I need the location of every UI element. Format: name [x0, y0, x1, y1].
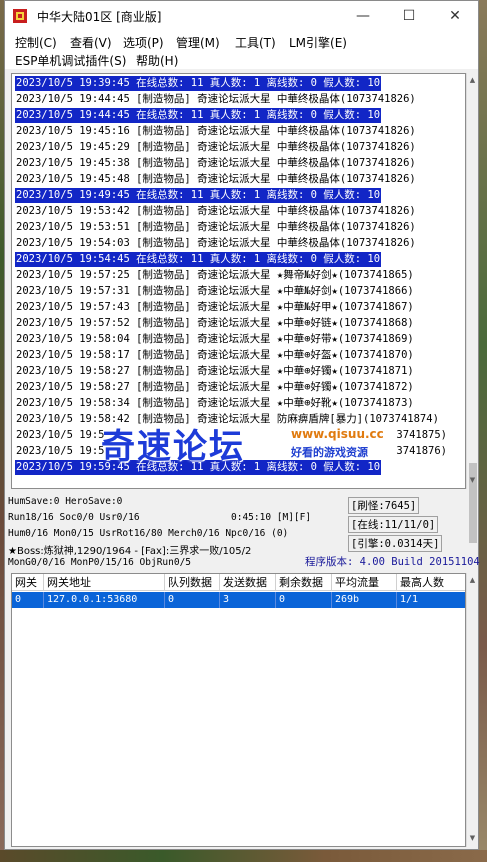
column-header-address[interactable]: 网关地址 — [44, 574, 165, 591]
log-line-crafted-item: 2023/10/5 19:57:52 [制造物品] 奇速论坛派大星 ★中華⊕好链… — [16, 317, 414, 329]
program-version: 程序版本: 4.00 Build 20151104 — [305, 556, 480, 568]
log-line-crafted-item: 2023/10/5 19:58:27 [制造物品] 奇速论坛派大星 ★中華⊕好镯… — [16, 365, 414, 377]
column-header-queue[interactable]: 队列数据 — [165, 574, 220, 591]
cell-queue: 0 — [165, 592, 220, 608]
game-backdrop-bottom — [0, 850, 487, 862]
menu-tools[interactable]: 工具(T) — [235, 34, 276, 51]
menu-manage[interactable]: 管理(M) — [176, 34, 220, 51]
column-header-remaining[interactable]: 剩余数据 — [276, 574, 332, 591]
log-line-crafted-item: 2023/10/5 19:58:17 [制造物品] 奇速论坛派大星 ★中華⊕好盔… — [16, 349, 414, 361]
log-line-crafted-item: 2023/10/5 19:45:38 [制造物品] 奇速论坛派大星 中華终极晶体… — [16, 157, 416, 169]
log-line-crafted-item: 2023/10/5 19:5 — [16, 445, 105, 457]
status-save: HumSave:0 HeroSave:0 — [8, 496, 123, 507]
engine-badge: [引擎:0.0314天] — [348, 535, 443, 552]
log-line-tail: 3741876) — [396, 445, 447, 457]
maximize-button[interactable]: ☐ — [386, 1, 432, 31]
watermark-url: www.qisuu.cc — [291, 427, 384, 441]
cell-gateway: 0 — [12, 592, 44, 608]
log-line-crafted-item: 2023/10/5 19:57:25 [制造物品] 奇速论坛派大星 ★舞帝№好剑… — [16, 269, 414, 281]
log-line-crafted-item: 2023/10/5 19:44:45 [制造物品] 奇速论坛派大星 中華终极晶体… — [16, 93, 416, 105]
scroll-down-arrow-icon[interactable]: ▼ — [467, 473, 478, 487]
log-line-crafted-item: 2023/10/5 19:58:27 [制造物品] 奇速论坛派大星 ★中華⊕好镯… — [16, 381, 414, 393]
cell-avg-traffic: 269b — [332, 592, 397, 608]
status-run: Run18/16 Soc0/0 Usr0/16 — [8, 512, 140, 523]
menu-help[interactable]: 帮助(H) — [136, 52, 178, 69]
table-row[interactable]: 0 127.0.0.1:53680 0 3 0 269b 1/1 — [12, 592, 465, 608]
column-header-gateway[interactable]: 网关 — [12, 574, 44, 591]
log-line-crafted-item: 2023/10/5 19:53:51 [制造物品] 奇速论坛派大星 中華终极晶体… — [16, 221, 416, 233]
refresh-monster-badge: [刷怪:7645] — [348, 497, 420, 514]
log-line-crafted-item: 2023/10/5 19:58:04 [制造物品] 奇速论坛派大星 ★中華⊕好带… — [16, 333, 414, 345]
log-line-online-summary: 2023/10/5 19:49:45 在线总数: 11 真人数: 1 离线数: … — [15, 188, 382, 203]
watermark-logo: 奇速论坛 — [101, 427, 245, 467]
log-line-crafted-item: 2023/10/5 19:45:48 [制造物品] 奇速论坛派大星 中華终极晶体… — [16, 173, 416, 185]
log-line-crafted-item: 2023/10/5 19:45:29 [制造物品] 奇速论坛派大星 中華终极晶体… — [16, 141, 416, 153]
cell-sent: 3 — [220, 592, 276, 608]
cell-address: 127.0.0.1:53680 — [44, 592, 165, 608]
watermark-subtitle: 好看的游戏资源 — [291, 446, 368, 459]
column-header-max-users[interactable]: 最高人数 — [397, 574, 465, 591]
menu-esp-debug-plugin[interactable]: ESP单机调试插件(S) — [15, 52, 126, 69]
online-badge: [在线:11/11/0] — [348, 516, 439, 533]
status-boss: ★Boss:炼狱神,1290/1964 - [Fax]:三界求一败/105/2 — [8, 546, 252, 557]
title-bar[interactable]: 中华大陆01区 [商业版] — ☐ ✕ — [5, 1, 478, 31]
close-button[interactable]: ✕ — [432, 1, 478, 31]
menu-view[interactable]: 查看(V) — [70, 34, 112, 51]
log-line-crafted-item: 2023/10/5 19:58:34 [制造物品] 奇速论坛派大星 ★中華⊕好靴… — [16, 397, 414, 409]
gateway-table[interactable]: 网关 网关地址 队列数据 发送数据 剩余数据 平均流量 最高人数 0 127.0… — [11, 573, 466, 847]
status-counters: Hum0/16 Mon0/15 UsrRot16/80 Merch0/16 Np… — [8, 528, 289, 539]
scroll-up-arrow-icon[interactable]: ▲ — [467, 73, 478, 87]
menu-lm-engine[interactable]: LM引擎(E) — [289, 34, 347, 51]
minimize-button[interactable]: — — [340, 1, 386, 31]
server-window: 中华大陆01区 [商业版] — ☐ ✕ 控制(C) 查看(V) 选项(P) 管理… — [4, 0, 480, 850]
status-uptime: 0:45:10 [M][F] — [231, 512, 312, 523]
log-line-crafted-item: 2023/10/5 19:54:03 [制造物品] 奇速论坛派大星 中華终极晶体… — [16, 237, 416, 249]
app-icon — [13, 9, 27, 23]
log-line-crafted-item: 2023/10/5 19:53:42 [制造物品] 奇速论坛派大星 中華终极晶体… — [16, 205, 416, 217]
log-line-crafted-item: 2023/10/5 19:45:16 [制造物品] 奇速论坛派大星 中華终极晶体… — [16, 125, 416, 137]
column-header-avg-traffic[interactable]: 平均流量 — [332, 574, 397, 591]
cell-remaining: 0 — [276, 592, 332, 608]
menu-bar: 控制(C) 查看(V) 选项(P) 管理(M) 工具(T) LM引擎(E) ES… — [5, 31, 478, 69]
log-line-online-summary: 2023/10/5 19:39:45 在线总数: 11 真人数: 1 离线数: … — [15, 76, 382, 91]
log-line-online-summary: 2023/10/5 19:54:45 在线总数: 11 真人数: 1 离线数: … — [15, 252, 382, 267]
menu-options[interactable]: 选项(P) — [123, 34, 164, 51]
table-scroll-down-arrow-icon[interactable]: ▼ — [467, 831, 478, 845]
column-header-sent[interactable]: 发送数据 — [220, 574, 276, 591]
log-line-crafted-item: 2023/10/5 19:5 — [16, 429, 105, 441]
log-line-online-summary: 2023/10/5 19:44:45 在线总数: 11 真人数: 1 离线数: … — [15, 108, 382, 123]
log-line-tail: 3741875) — [396, 429, 447, 441]
log-scrollbar[interactable]: ▲ ▼ — [466, 73, 478, 543]
table-scrollbar[interactable]: ▲ ▼ — [466, 573, 478, 847]
log-line-crafted-item: 2023/10/5 19:57:43 [制造物品] 奇速论坛派大星 ★中華№好甲… — [16, 301, 414, 313]
menu-control[interactable]: 控制(C) — [15, 34, 57, 51]
cell-max-users: 1/1 — [397, 592, 465, 608]
table-scroll-up-arrow-icon[interactable]: ▲ — [467, 573, 478, 587]
status-monsters: MonG0/0/16 MonP0/15/16 ObjRun0/5 — [8, 557, 192, 568]
window-title: 中华大陆01区 [商业版] — [37, 10, 162, 24]
log-line-crafted-item: 2023/10/5 19:57:31 [制造物品] 奇速论坛派大星 ★中華№好剑… — [16, 285, 414, 297]
